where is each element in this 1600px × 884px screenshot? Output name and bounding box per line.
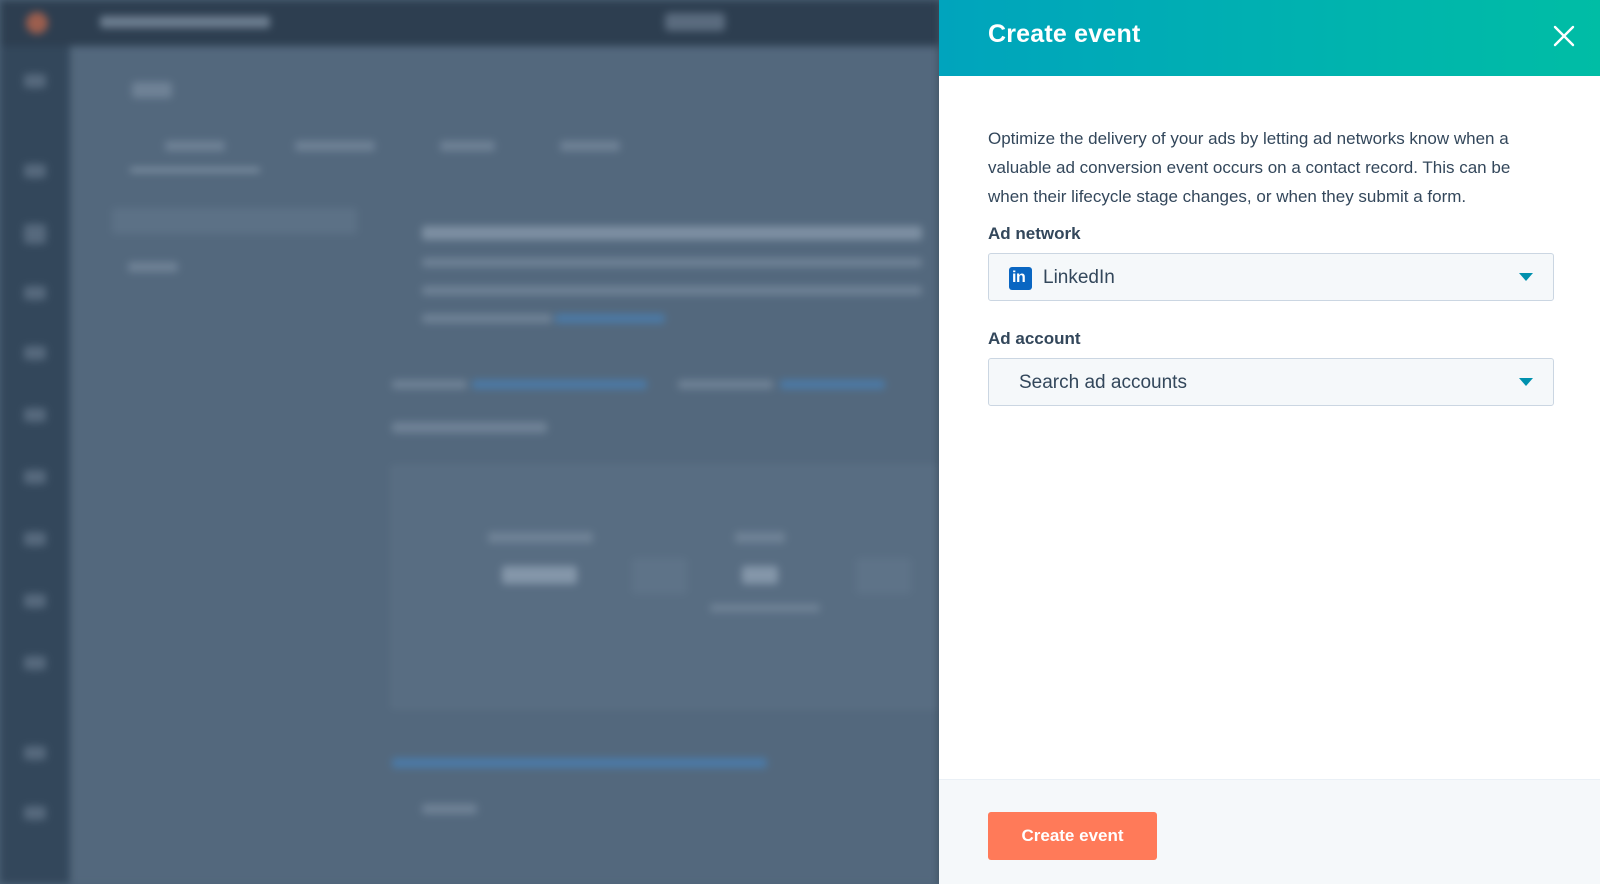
panel-title: Create event xyxy=(988,20,1141,48)
panel-header: Create event xyxy=(939,0,1600,76)
background-metric-value xyxy=(742,566,778,584)
linkedin-icon: in xyxy=(1009,267,1032,290)
background-breadcrumb xyxy=(100,16,270,28)
nav-icon xyxy=(24,746,46,760)
background-metric-value xyxy=(502,566,577,584)
ad-network-select[interactable]: in LinkedIn xyxy=(988,253,1554,301)
background-text-line xyxy=(422,286,922,295)
background-metric-label xyxy=(735,532,785,543)
panel-description: Optimize the delivery of your ads by let… xyxy=(988,129,1511,206)
background-link xyxy=(555,314,665,323)
nav-icon xyxy=(24,532,46,546)
background-filter-link xyxy=(472,380,647,389)
close-button[interactable] xyxy=(1551,23,1577,49)
panel-body: Optimize the delivery of your ads by let… xyxy=(988,124,1554,406)
ad-network-selected-value: LinkedIn xyxy=(1043,267,1115,288)
background-page-title xyxy=(132,82,172,98)
create-event-panel: Create event Optimize the delivery of yo… xyxy=(939,0,1600,884)
background-nav-selected xyxy=(112,208,357,234)
background-app xyxy=(0,0,939,884)
background-filter-label xyxy=(392,380,467,389)
nav-icon xyxy=(24,408,46,422)
ad-account-select[interactable]: Search ad accounts xyxy=(988,358,1554,406)
nav-icon xyxy=(24,74,46,88)
background-main xyxy=(70,46,939,884)
background-metric-label xyxy=(488,532,593,543)
nav-icon xyxy=(24,224,46,244)
nav-icon xyxy=(24,346,46,360)
create-event-button[interactable]: Create event xyxy=(988,812,1157,860)
nav-icon xyxy=(24,470,46,484)
background-tab xyxy=(560,141,620,151)
background-sidebar xyxy=(0,46,70,884)
background-metric-box xyxy=(632,558,687,594)
background-tab xyxy=(440,141,495,151)
background-tab xyxy=(165,141,225,151)
background-metric-box xyxy=(856,558,911,594)
background-topbar xyxy=(0,0,939,46)
panel-footer: Create event xyxy=(939,779,1600,884)
background-text-line xyxy=(422,314,552,323)
background-footer-link xyxy=(392,758,767,768)
background-topbar-pill xyxy=(665,13,725,31)
nav-icon xyxy=(24,656,46,670)
nav-icon xyxy=(24,594,46,608)
background-filter-label xyxy=(678,380,773,389)
chevron-down-icon xyxy=(1519,273,1533,281)
nav-icon xyxy=(24,806,46,820)
background-filter-link xyxy=(780,380,885,389)
ad-account-label: Ad account xyxy=(988,329,1081,348)
ad-account-placeholder: Search ad accounts xyxy=(1019,372,1187,393)
chevron-down-icon xyxy=(1519,378,1533,386)
background-subheading xyxy=(392,422,547,433)
nav-icon xyxy=(24,286,46,300)
close-icon xyxy=(1553,25,1575,47)
background-nav-item xyxy=(128,262,178,272)
linkedin-icon-glyph: in xyxy=(1012,269,1026,286)
ad-network-label: Ad network xyxy=(988,224,1081,243)
background-text-line xyxy=(422,258,922,267)
nav-icon xyxy=(24,164,46,178)
background-metric-caption xyxy=(710,604,820,612)
background-heading xyxy=(422,226,922,240)
app-logo-icon xyxy=(26,12,48,34)
background-tab-underline xyxy=(130,168,260,172)
background-footer-text xyxy=(422,804,477,814)
background-tab xyxy=(295,141,375,151)
